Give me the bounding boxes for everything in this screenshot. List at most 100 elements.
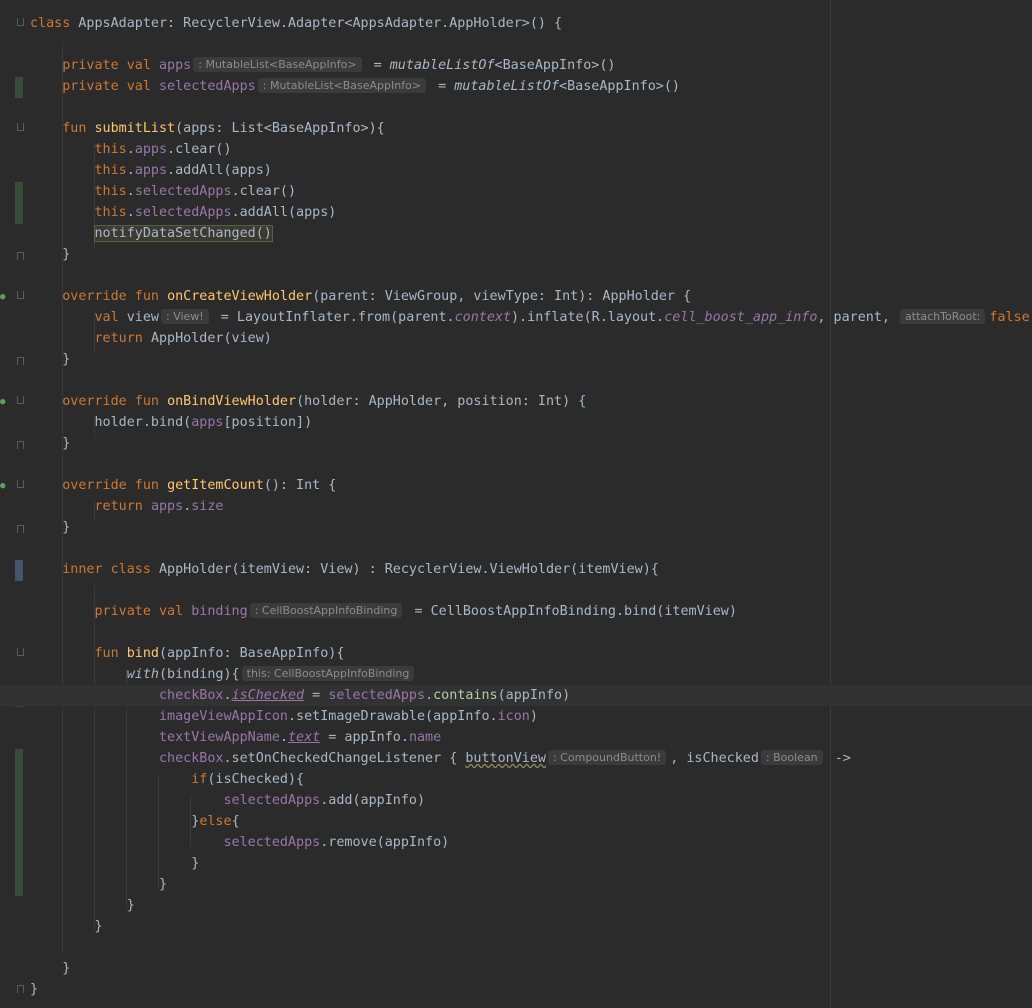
code-line[interactable]: this.apps.addAll(apps): [0, 160, 1032, 181]
property-token: selectedApps: [134, 205, 232, 220]
code-line[interactable]: this.selectedApps.addAll(apps): [0, 202, 1032, 223]
code-line[interactable]: selectedApps.add(appInfo): [0, 790, 1032, 811]
code-text: , parent,: [817, 310, 899, 325]
code-text: ->: [826, 751, 851, 766]
code-text: (apps: List<BaseAppInfo>){: [175, 121, 385, 136]
code-text: ).inflate(R.layout.: [511, 310, 665, 325]
code-text: .addAll(apps): [167, 163, 272, 178]
code-line[interactable]: imageViewAppIcon.setImageDrawable(appInf…: [0, 706, 1032, 727]
code-text: .setOnCheckedChangeListener {: [223, 751, 466, 766]
code-line[interactable]: }: [0, 244, 1032, 265]
property-token: selectedApps: [223, 835, 321, 850]
property-token: selectedApps: [134, 184, 232, 199]
code-text: .add(appInfo): [320, 793, 426, 808]
code-line[interactable]: notifyDataSetChanged(): [0, 223, 1032, 244]
code-text: [position]): [223, 415, 313, 430]
code-line[interactable]: }: [0, 517, 1032, 538]
code-line[interactable]: }: [0, 979, 1032, 1000]
code-text: (isChecked){: [207, 772, 305, 787]
type-hint[interactable]: : View!: [161, 309, 209, 324]
code-text: (appInfo): [497, 688, 571, 703]
code-text: (): Int {: [263, 478, 337, 493]
code-text: (appInfo: BaseAppInfo){: [159, 646, 345, 661]
code-line[interactable]: private val binding: CellBoostAppInfoBin…: [0, 601, 1032, 622]
code-text: AppHolder(itemView: View) : RecyclerView…: [159, 562, 659, 577]
code-line[interactable]: private val selectedApps: MutableList<Ba…: [0, 76, 1032, 97]
property-token: context: [454, 310, 512, 325]
code-line[interactable]: inner class AppHolder(itemView: View) : …: [0, 559, 1032, 580]
property-token: apps: [134, 142, 168, 157]
code-text: .setImageDrawable(appInfo.: [288, 709, 498, 724]
code-line[interactable]: }: [0, 433, 1032, 454]
code-text: ): [529, 709, 538, 724]
code-text: (parent: ViewGroup, viewType: Int): AppH…: [312, 289, 692, 304]
code-line[interactable]: if(isChecked){: [0, 769, 1032, 790]
unused-parameter-token[interactable]: buttonView: [465, 751, 546, 766]
code-line[interactable]: return apps.size: [0, 496, 1032, 517]
code-line[interactable]: }: [0, 895, 1032, 916]
code-line[interactable]: fun submitList(apps: List<BaseAppInfo>){: [0, 118, 1032, 139]
keyword-token: private val: [94, 604, 192, 619]
code-text: .: [126, 163, 135, 178]
code-line[interactable]: }: [0, 853, 1032, 874]
code-line[interactable]: return AppHolder(view): [0, 328, 1032, 349]
parameter-hint[interactable]: attachToRoot:: [900, 309, 986, 324]
type-hint[interactable]: : Boolean: [760, 750, 823, 765]
code-editor[interactable]: ● ● ● class AppsAdapter: RecyclerView.Ad…: [0, 0, 1032, 1008]
code-text: .addAll(apps): [231, 205, 337, 220]
code-line[interactable]: override fun onBindViewHolder(holder: Ap…: [0, 391, 1032, 412]
keyword-token: fun: [62, 121, 95, 136]
code-line[interactable]: }: [0, 958, 1032, 979]
code-line[interactable]: this.selectedApps.clear(): [0, 181, 1032, 202]
code-text: view: [126, 310, 159, 325]
keyword-token: class: [30, 16, 79, 31]
code-line[interactable]: }else{: [0, 811, 1032, 832]
code-line[interactable]: class AppsAdapter: RecyclerView.Adapter<…: [0, 13, 1032, 34]
code-text: <BaseAppInfo>(): [559, 79, 680, 94]
code-line[interactable]: override fun getItemCount(): Int {: [0, 475, 1032, 496]
closing-brace: }: [30, 982, 39, 997]
code-line[interactable]: this.apps.clear(): [0, 139, 1032, 160]
type-hint[interactable]: : MutableList<BaseAppInfo>: [257, 78, 427, 93]
code-line[interactable]: }: [0, 874, 1032, 895]
function-name-token: submitList: [94, 121, 176, 136]
closing-brace: }: [62, 247, 71, 262]
type-hint[interactable]: : CompoundButton!: [547, 750, 667, 765]
code-text: .: [126, 205, 135, 220]
code-text: =: [365, 58, 390, 73]
property-token: apps: [159, 58, 192, 73]
closing-brace: }: [126, 898, 135, 913]
code-text: .clear(): [231, 184, 297, 199]
property-token: checkBox: [159, 688, 224, 703]
function-name-token: onCreateViewHolder: [167, 289, 313, 304]
receiver-hint[interactable]: this: CellBoostAppInfoBinding: [241, 666, 415, 681]
type-hint[interactable]: : CellBoostAppInfoBinding: [249, 603, 403, 618]
code-line[interactable]: }: [0, 349, 1032, 370]
keyword-token: val: [94, 310, 127, 325]
property-token: binding: [191, 604, 248, 619]
code-line[interactable]: fun bind(appInfo: BaseAppInfo){: [0, 643, 1032, 664]
keyword-token: return: [94, 331, 151, 346]
code-line[interactable]: checkBox.setOnCheckedChangeListener { bu…: [0, 748, 1032, 769]
code-text: .: [279, 730, 288, 745]
code-line[interactable]: private val apps: MutableList<BaseAppInf…: [0, 55, 1032, 76]
property-token: name: [408, 730, 442, 745]
keyword-token: fun: [94, 646, 127, 661]
extension-function-token: contains: [433, 688, 498, 703]
code-line[interactable]: val view: View! = LayoutInflater.from(pa…: [0, 307, 1032, 328]
code-line[interactable]: selectedApps.remove(appInfo): [0, 832, 1032, 853]
current-code-line[interactable]: checkBox.isChecked = selectedApps.contai…: [0, 685, 1032, 706]
type-hint[interactable]: : MutableList<BaseAppInfo>: [193, 57, 362, 72]
closing-brace: }: [62, 436, 71, 451]
code-text: =: [304, 688, 329, 703]
code-line[interactable]: with(binding){this: CellBoostAppInfoBind…: [0, 664, 1032, 685]
code-line[interactable]: override fun onCreateViewHolder(parent: …: [0, 286, 1032, 307]
code-line[interactable]: textViewAppName.text = appInfo.name: [0, 727, 1032, 748]
property-token: textViewAppName: [159, 730, 280, 745]
code-text: (holder: AppHolder, position: Int) {: [296, 394, 587, 409]
code-line[interactable]: }: [0, 916, 1032, 937]
deprecated-call-highlight[interactable]: notifyDataSetChanged(): [93, 225, 273, 242]
closing-brace: }: [94, 919, 103, 934]
code-line[interactable]: holder.bind(apps[position]): [0, 412, 1032, 433]
function-call-token: mutableListOf: [454, 79, 560, 94]
